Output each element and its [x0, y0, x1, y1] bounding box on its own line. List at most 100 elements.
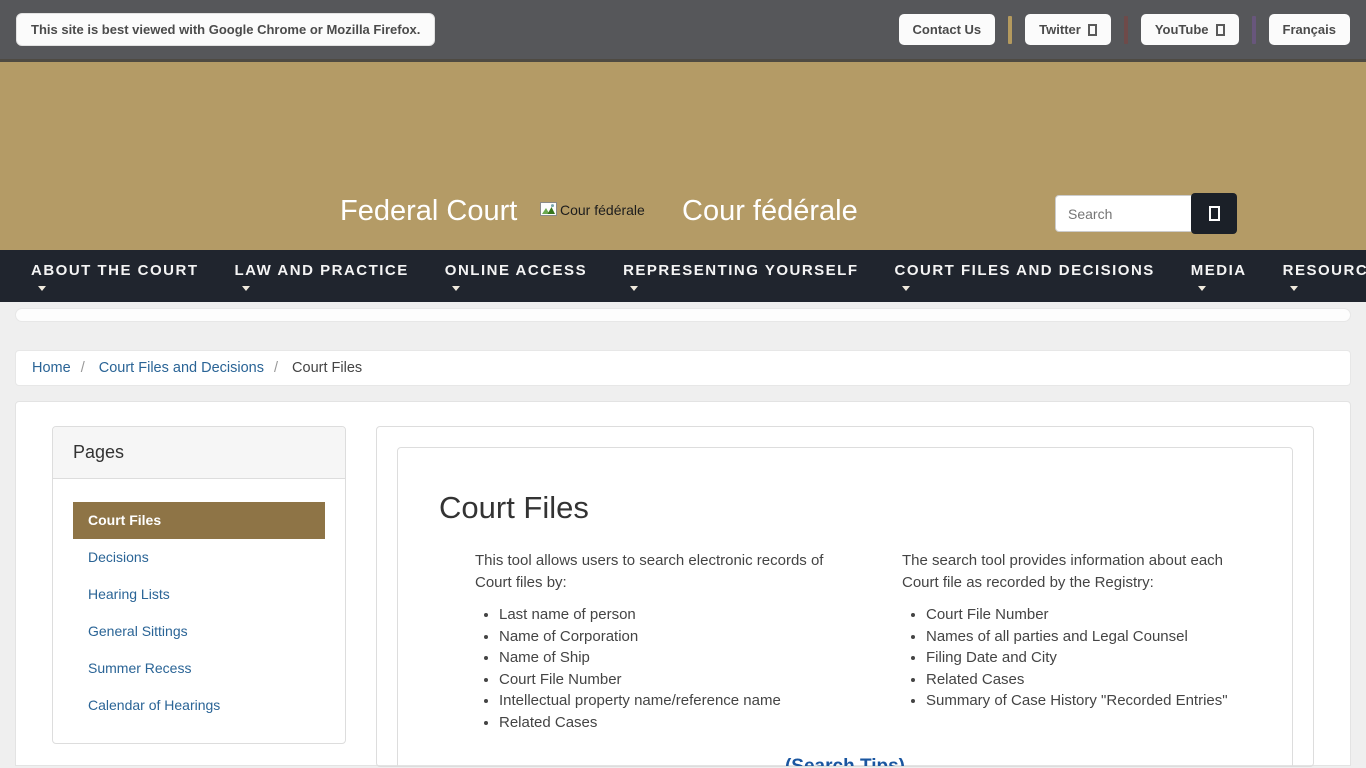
- sidebar-item-label: General Sittings: [88, 623, 188, 639]
- nav-menu-label: LAW AND PRACTICE: [235, 262, 409, 279]
- topbar-links: Contact Us Twitter YouTube Français: [899, 14, 1350, 45]
- nav-menu-item[interactable]: RESOURCES: [1265, 262, 1366, 291]
- sidebar-item-label: Calendar of Hearings: [88, 697, 220, 713]
- list-item: Name of Corporation: [499, 626, 845, 648]
- nav-menu-item[interactable]: COURT FILES AND DECISIONS: [877, 262, 1173, 291]
- topbar-link-button[interactable]: Twitter: [1025, 14, 1111, 45]
- chevron-down-icon: [1290, 286, 1298, 291]
- nav-menu-item[interactable]: MEDIA: [1173, 262, 1265, 291]
- list-item: Intellectual property name/reference nam…: [499, 690, 845, 712]
- list-item-text: Summary of Case History "Recorded Entrie…: [926, 692, 1228, 709]
- topbar-link-label: Contact Us: [913, 22, 982, 37]
- list-item: Court File Number: [499, 669, 845, 691]
- sidebar-item-label: Decisions: [88, 549, 149, 565]
- list-item-text: Last name of person: [499, 606, 636, 623]
- list-item: Filing Date and City: [926, 647, 1272, 669]
- breadcrumb-item: Home: [32, 360, 71, 376]
- search-by-intro: This tool allows users to search electro…: [475, 550, 830, 594]
- list-item-text: Court File Number: [926, 606, 1049, 623]
- search-results-intro: The search tool provides information abo…: [902, 550, 1257, 594]
- list-item-text: Related Cases: [926, 671, 1024, 688]
- missing-glyph-box-icon: [1088, 24, 1097, 36]
- search-tips-link[interactable]: (Search Tips): [785, 756, 905, 767]
- sidebar-list: Court Files Decisions Hearing Lists Gene…: [53, 479, 345, 743]
- sidebar-item[interactable]: Summer Recess: [73, 650, 325, 687]
- list-item-text: Name of Corporation: [499, 628, 638, 645]
- sidebar-item[interactable]: Hearing Lists: [73, 576, 325, 613]
- topbar-link-item: YouTube: [1141, 14, 1269, 45]
- topbar-link-item: Contact Us: [899, 14, 1026, 45]
- court-files-article: Court Files This tool allows users to se…: [397, 447, 1293, 767]
- main-content-card: Court Files This tool allows users to se…: [376, 426, 1314, 767]
- sidebar-item[interactable]: General Sittings: [73, 613, 325, 650]
- search-results-column: The search tool provides information abo…: [845, 550, 1272, 733]
- nav-menu-label: REPRESENTING YOURSELF: [623, 262, 858, 279]
- breadcrumb-item: Court Files and Decisions: [71, 360, 264, 376]
- search-by-list: Last name of person Name of Corporation …: [499, 604, 845, 733]
- separator: [1124, 16, 1128, 44]
- nav-menu-item[interactable]: ABOUT THE COURT: [13, 262, 217, 291]
- top-utility-bar: This site is best viewed with Google Chr…: [0, 0, 1366, 62]
- topbar-link-label: Twitter: [1039, 22, 1081, 37]
- site-title-en: Federal Court: [340, 195, 517, 228]
- list-item-text: Filing Date and City: [926, 649, 1057, 666]
- sidebar-item-label: Summer Recess: [88, 660, 191, 676]
- nav-menu-label: ABOUT THE COURT: [31, 262, 199, 279]
- breadcrumb-link[interactable]: Home: [32, 360, 71, 376]
- chevron-down-icon: [242, 286, 250, 291]
- browser-notice: This site is best viewed with Google Chr…: [16, 13, 435, 46]
- sidebar-item[interactable]: Decisions: [73, 539, 325, 576]
- empty-strip: [15, 308, 1351, 322]
- search-by-column: This tool allows users to search electro…: [418, 550, 845, 733]
- list-item: Related Cases: [499, 712, 845, 734]
- sidebar-item[interactable]: Court Files: [73, 502, 325, 539]
- missing-glyph-box-icon: [1216, 24, 1225, 36]
- chevron-down-icon: [1198, 286, 1206, 291]
- list-item-text: Names of all parties and Legal Counsel: [926, 628, 1188, 645]
- sidebar-item[interactable]: Calendar of Hearings: [73, 687, 325, 724]
- broken-image-icon: [540, 202, 558, 218]
- logo-broken-image: Cour fédérale: [540, 202, 645, 218]
- search-input[interactable]: [1055, 195, 1193, 232]
- nav-menu-item[interactable]: REPRESENTING YOURSELF: [605, 262, 876, 291]
- nav-menu-label: COURT FILES AND DECISIONS: [895, 262, 1155, 279]
- list-item-text: Related Cases: [499, 714, 597, 731]
- chevron-down-icon: [902, 286, 910, 291]
- list-item-text: Court File Number: [499, 671, 622, 688]
- list-item: Last name of person: [499, 604, 845, 626]
- nav-menu-item[interactable]: LAW AND PRACTICE: [217, 262, 427, 291]
- separator: [1252, 16, 1256, 44]
- site-title-fr: Cour fédérale: [682, 195, 858, 228]
- pages-sidebar: Pages Court Files Decisions Hearing List…: [52, 426, 346, 744]
- list-item-text: Intellectual property name/reference nam…: [499, 692, 781, 709]
- topbar-link-button[interactable]: Français: [1269, 14, 1350, 45]
- search-results-list: Court File Number Names of all parties a…: [926, 604, 1272, 712]
- chevron-down-icon: [452, 286, 460, 291]
- breadcrumb-link[interactable]: Court Files: [292, 360, 362, 376]
- search-tips-row: (Search Tips): [418, 756, 1272, 767]
- topbar-link-label: Français: [1283, 22, 1336, 37]
- topbar-link-item: Twitter: [1025, 14, 1141, 45]
- nav-menu-label: ONLINE ACCESS: [445, 262, 587, 279]
- breadcrumb-link[interactable]: Court Files and Decisions: [99, 360, 264, 376]
- topbar-link-label: YouTube: [1155, 22, 1209, 37]
- list-item: Names of all parties and Legal Counsel: [926, 626, 1272, 648]
- topbar-link-button[interactable]: Contact Us: [899, 14, 996, 45]
- page-title: Court Files: [439, 490, 1272, 526]
- chevron-down-icon: [630, 286, 638, 291]
- nav-menu-label: RESOURCES: [1283, 262, 1366, 279]
- breadcrumb: Home Court Files and Decisions Court Fil…: [15, 350, 1351, 386]
- list-item-text: Name of Ship: [499, 649, 590, 666]
- topbar-link-button[interactable]: YouTube: [1141, 14, 1239, 45]
- sidebar-item-label: Court Files: [88, 512, 161, 528]
- nav-menu-label: MEDIA: [1191, 262, 1247, 279]
- list-item: Court File Number: [926, 604, 1272, 626]
- main-navigation: ABOUT THE COURT LAW AND PRACTICE ONLINE …: [0, 250, 1366, 302]
- content-panel: Pages Court Files Decisions Hearing List…: [15, 401, 1351, 766]
- search-button[interactable]: [1191, 193, 1237, 234]
- list-item: Name of Ship: [499, 647, 845, 669]
- nav-menu-item[interactable]: ONLINE ACCESS: [427, 262, 605, 291]
- chevron-down-icon: [38, 286, 46, 291]
- logo-alt-text: Cour fédérale: [560, 202, 645, 218]
- sidebar-title: Pages: [53, 427, 345, 479]
